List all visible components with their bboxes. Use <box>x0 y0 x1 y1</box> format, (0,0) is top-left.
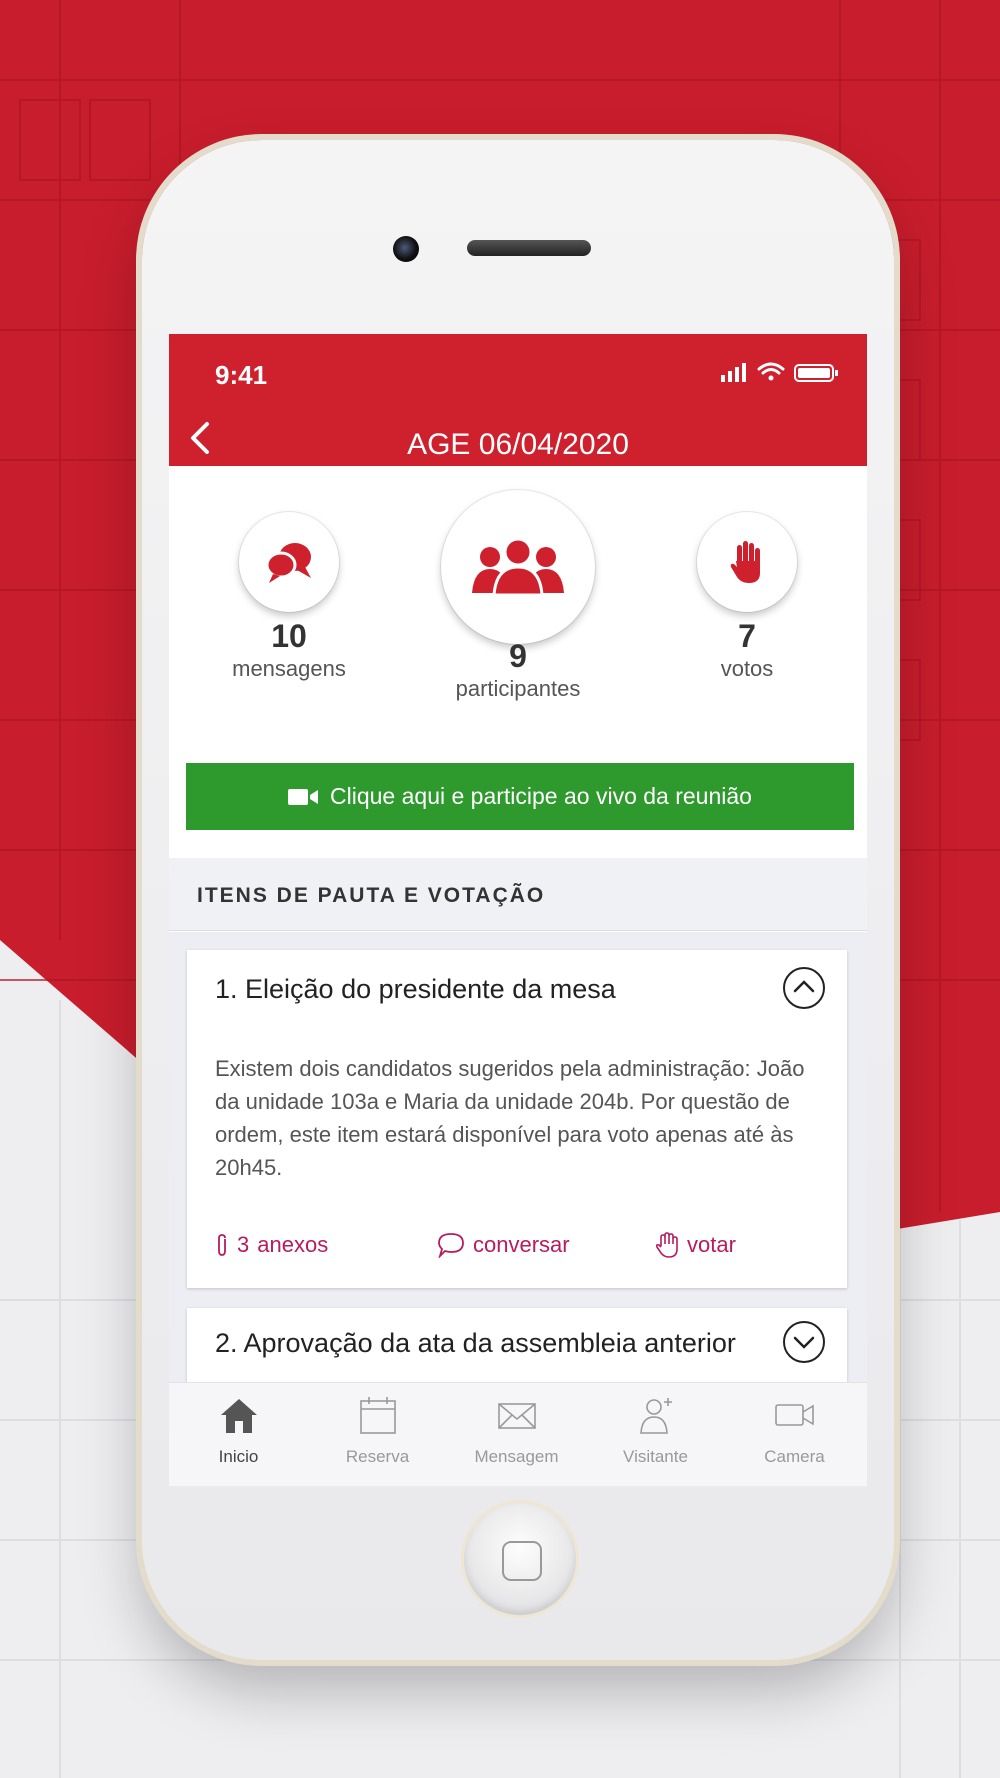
tab-label: Camera <box>764 1447 825 1466</box>
tab-camera[interactable]: Camera <box>725 1383 864 1486</box>
participants-label: participantes <box>455 676 581 701</box>
camera-icon <box>774 1404 814 1426</box>
agenda-section-header: ITENS DE PAUTA E VOTAÇÃO <box>169 858 867 931</box>
battery-icon <box>794 364 838 382</box>
home-icon <box>220 1399 257 1433</box>
calendar-icon <box>359 1397 396 1434</box>
app-screen: 9:41 AGE 06/04/2020 10 mensagens 9 parti… <box>169 334 867 1486</box>
envelope-icon <box>497 1403 536 1429</box>
status-time: 9:41 <box>215 360 268 390</box>
vote-label: votar <box>687 1232 736 1257</box>
chat-link[interactable]: conversar <box>437 1232 570 1258</box>
tab-reserva[interactable]: Reserva <box>308 1383 447 1486</box>
home-square-icon <box>502 1541 542 1581</box>
chat-bubble-icon <box>438 1233 464 1258</box>
votes-label: votos <box>720 656 774 681</box>
tab-label: Visitante <box>623 1447 688 1466</box>
messages-stat-button[interactable] <box>239 512 339 612</box>
votes-stat-button[interactable] <box>697 512 797 612</box>
wifi-icon <box>757 362 785 381</box>
messages-count: 10 <box>271 618 307 654</box>
home-button[interactable] <box>464 1503 576 1615</box>
chat-label: conversar <box>473 1232 570 1257</box>
tab-label: Mensagem <box>474 1447 559 1466</box>
agenda-item-title: 2. Aprovação da ata da assembleia anteri… <box>215 1328 736 1358</box>
people-group-icon <box>472 537 564 597</box>
earpiece-speaker <box>467 240 591 256</box>
votes-count: 7 <box>738 618 756 654</box>
raised-hand-icon <box>730 541 760 583</box>
agenda-list: 1. Eleição do presidente da mesa Existem… <box>169 932 867 1428</box>
status-icons <box>721 362 838 382</box>
agenda-item-description: Existem dois candidatos sugeridos pela a… <box>215 1056 805 1180</box>
chat-bubbles-icon <box>265 543 311 583</box>
top-bar: 9:41 AGE 06/04/2020 <box>169 334 867 466</box>
participants-count: 9 <box>509 638 527 674</box>
stats-panel: 10 mensagens 9 participantes 7 votos Cli… <box>169 470 867 860</box>
tab-inicio[interactable]: Inicio <box>169 1383 308 1486</box>
tab-mensagem[interactable]: Mensagem <box>447 1383 586 1486</box>
participants-stat-button[interactable] <box>441 490 595 644</box>
messages-label: mensagens <box>232 656 346 681</box>
front-camera <box>393 236 419 262</box>
join-live-meeting-button[interactable]: Clique aqui e participe ao vivo da reuni… <box>186 763 854 830</box>
tab-label: Inicio <box>218 1447 259 1466</box>
video-camera-icon <box>288 788 319 805</box>
chevron-up-icon[interactable] <box>783 967 825 1009</box>
paperclip-icon <box>218 1234 226 1256</box>
visitor-icon <box>639 1398 672 1434</box>
vote-link[interactable]: votar <box>655 1232 736 1258</box>
attachments-count: 3 <box>237 1232 250 1257</box>
agenda-item-1[interactable]: 1. Eleição do presidente da mesa Existem… <box>187 950 847 1288</box>
section-title: ITENS DE PAUTA E VOTAÇÃO <box>197 884 546 907</box>
tab-visitante[interactable]: Visitante <box>586 1383 725 1486</box>
join-live-label: Clique aqui e participe ao vivo da reuni… <box>330 783 752 809</box>
agenda-item-title: 1. Eleição do presidente da mesa <box>215 974 616 1004</box>
attachments-label: anexos <box>257 1232 329 1257</box>
hand-icon <box>655 1232 678 1258</box>
signal-icon <box>721 363 746 382</box>
page-title: AGE 06/04/2020 <box>407 428 629 461</box>
chevron-down-icon[interactable] <box>783 1321 825 1363</box>
tab-bar: Inicio Reserva Mensagem Visitante Camera <box>169 1382 867 1486</box>
attachments-link[interactable]: 3 anexos <box>215 1232 328 1258</box>
tab-label: Reserva <box>345 1447 410 1466</box>
